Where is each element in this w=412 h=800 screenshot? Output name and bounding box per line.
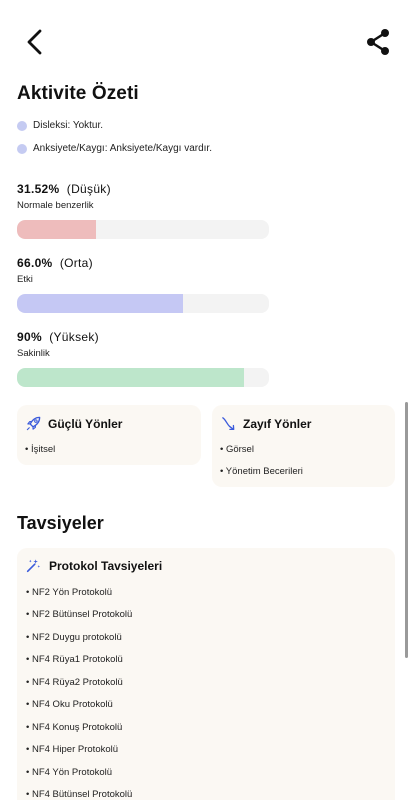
metric-label: Etki: [17, 274, 33, 285]
strengths-title: Güçlü Yönler: [48, 416, 123, 431]
protocol-recommendations-card: Protokol Tavsiyeleri • NF2 Yön Protokolü…: [17, 548, 395, 800]
progress-fill: [17, 294, 184, 313]
strengths-header: Güçlü Yönler: [25, 415, 122, 432]
metric-label: Normale benzerlik: [17, 200, 94, 211]
metric-calmness: 90% (Yüksek) Sakinlik: [17, 330, 269, 388]
protocol-item: • NF2 Duygu protokolü: [26, 632, 122, 643]
progress-fill: [17, 220, 97, 239]
status-text: Disleksi: Yoktur.: [33, 120, 104, 131]
metric-value: 90%: [17, 330, 42, 344]
status-dyslexia: Disleksi: Yoktur.: [17, 120, 103, 131]
metric-level: (Düşük): [66, 182, 111, 196]
progress-bar: [17, 368, 269, 387]
protocol-item: • NF2 Bütünsel Protokolü: [26, 609, 133, 620]
protocol-item: • NF4 Oku Protokolü: [26, 699, 113, 710]
share-icon: [367, 29, 389, 55]
protocol-item: • NF4 Hiper Protokolü: [26, 744, 119, 755]
weaknesses-header: Zayıf Yönler: [220, 415, 311, 432]
back-button[interactable]: [20, 26, 52, 58]
top-bar: [0, 0, 412, 84]
protocol-recommendations-title: Protokol Tavsiyeleri: [49, 559, 163, 573]
share-button[interactable]: [362, 26, 394, 58]
protocol-recommendations-header: Protokol Tavsiyeleri: [25, 558, 162, 574]
progress-bar: [17, 294, 269, 313]
strengths-card: Güçlü Yönler • İşitsel: [17, 405, 201, 465]
page-title: Aktivite Özeti: [17, 83, 139, 104]
metric-normal-similarity: 31.52% (Düşük) Normale benzerlik: [17, 182, 269, 240]
metric-level: (Orta): [59, 256, 93, 270]
protocol-item: • NF4 Konuş Protokolü: [26, 722, 123, 733]
weakness-item: • Yönetim Becerileri: [220, 466, 303, 477]
metric-value: 66.0%: [17, 256, 53, 270]
protocol-item: • NF2 Yön Protokolü: [26, 587, 113, 598]
strength-item: • İşitsel: [25, 444, 56, 455]
magic-wand-icon: [26, 559, 41, 573]
chevron-left-icon: [27, 29, 42, 55]
metric-impact: 66.0% (Orta) Etki: [17, 256, 269, 314]
weakness-item: • Görsel: [220, 444, 254, 455]
metric-value-line: 90% (Yüksek): [17, 330, 269, 344]
metric-value: 31.52%: [17, 182, 60, 196]
protocol-item: • NF4 Yön Protokolü: [26, 767, 113, 778]
scrollbar[interactable]: [405, 402, 408, 658]
metric-level: (Yüksek): [49, 330, 99, 344]
rocket-icon: [26, 416, 41, 431]
recommendations-title: Tavsiyeler: [17, 513, 104, 533]
weaknesses-card: Zayıf Yönler • Görsel • Yönetim Becerile…: [212, 405, 395, 487]
status-text: Anksiyete/Kaygı: Anksiyete/Kaygı vardır.: [33, 143, 212, 154]
status-anxiety: Anksiyete/Kaygı: Anksiyete/Kaygı vardır.: [17, 143, 212, 154]
metric-value-line: 66.0% (Orta): [17, 256, 269, 270]
progress-bar: [17, 220, 269, 239]
status-dot: [17, 143, 27, 154]
weaknesses-title: Zayıf Yönler: [243, 416, 312, 431]
protocol-item: • NF4 Rüya1 Protokolü: [26, 654, 123, 665]
status-dot: [17, 120, 27, 131]
protocol-item: • NF4 Bütünsel Protokolü: [26, 789, 133, 800]
metric-value-line: 31.52% (Düşük): [17, 182, 269, 196]
trend-down-icon: [222, 417, 235, 431]
progress-fill: [17, 368, 244, 387]
protocol-item: • NF4 Rüya2 Protokolü: [26, 677, 123, 688]
metric-label: Sakinlik: [17, 348, 50, 359]
